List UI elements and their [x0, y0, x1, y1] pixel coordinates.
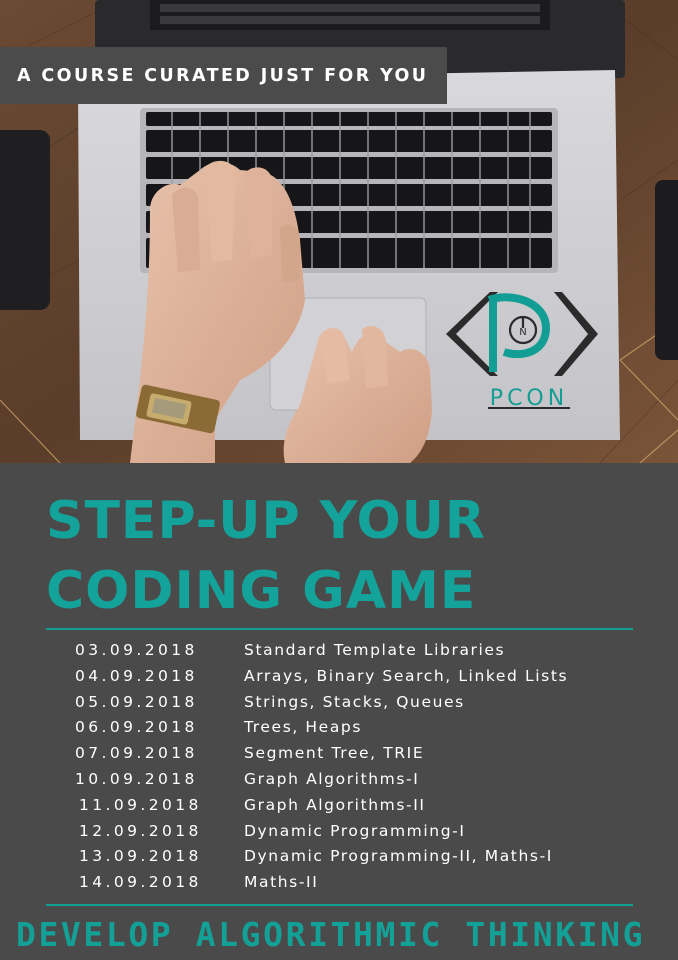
- schedule-topic: Graph Algorithms-I: [244, 770, 420, 788]
- schedule-row: 07.09.2018 Segment Tree, TRIE: [0, 744, 678, 770]
- schedule-date: 04.09.2018: [75, 666, 198, 685]
- headline-line-1: STEP-UP YOUR: [46, 491, 486, 551]
- banner-text: A COURSE CURATED JUST FOR YOU: [17, 65, 429, 86]
- schedule-date: 12.09.2018: [79, 821, 202, 840]
- logo-text: PCON: [489, 386, 569, 411]
- svg-text:N: N: [519, 327, 526, 338]
- schedule-row: 12.09.2018 Dynamic Programming-I: [0, 822, 678, 848]
- schedule-topic: Segment Tree, TRIE: [244, 744, 425, 763]
- schedule-date: 13.09.2018: [79, 847, 202, 866]
- schedule-date: 06.09.2018: [75, 718, 198, 737]
- schedule-row: 03.09.2018 Standard Template Libraries: [0, 641, 678, 667]
- schedule-row: 05.09.2018 Strings, Stacks, Queues: [0, 693, 678, 719]
- schedule-topic: Dynamic Programming-I: [244, 821, 466, 840]
- footer-tagline: DEVELOP ALGORITHMIC THINKING: [16, 915, 646, 954]
- schedule-date: 03.09.2018: [75, 641, 198, 659]
- schedule-row: 14.09.2018 Maths-II: [0, 873, 678, 899]
- schedule-topic: Graph Algorithms-II: [244, 795, 426, 814]
- schedule-date: 05.09.2018: [75, 692, 198, 711]
- schedule-row: 13.09.2018 Dynamic Programming-II, Maths…: [0, 847, 678, 873]
- schedule-topic: Dynamic Programming-II, Maths-I: [244, 847, 553, 866]
- schedule-row: 10.09.2018 Graph Algorithms-I: [0, 770, 678, 796]
- schedule-date: 10.09.2018: [75, 770, 198, 788]
- headline-line-2: CODING GAME: [46, 561, 477, 621]
- schedule-topic: Arrays, Binary Search, Linked Lists: [244, 666, 569, 685]
- schedule-row: 11.09.2018 Graph Algorithms-II: [0, 796, 678, 822]
- schedule-date: 11.09.2018: [79, 795, 202, 814]
- schedule-date: 14.09.2018: [79, 873, 202, 892]
- page-title: STEP-UP YOUR CODING GAME: [46, 486, 486, 626]
- divider-bottom: [46, 904, 633, 906]
- schedule-topic: Trees, Heaps: [244, 718, 363, 737]
- top-banner: A COURSE CURATED JUST FOR YOU: [0, 47, 447, 104]
- schedule-topic: Strings, Stacks, Queues: [244, 692, 465, 711]
- schedule-row: 06.09.2018 Trees, Heaps: [0, 718, 678, 744]
- schedule-topic: Maths-II: [244, 873, 319, 892]
- schedule-row: 04.09.2018 Arrays, Binary Search, Linked…: [0, 667, 678, 693]
- schedule-topic: Standard Template Libraries: [244, 641, 506, 659]
- schedule-date: 07.09.2018: [75, 744, 198, 763]
- divider-top: [46, 628, 633, 630]
